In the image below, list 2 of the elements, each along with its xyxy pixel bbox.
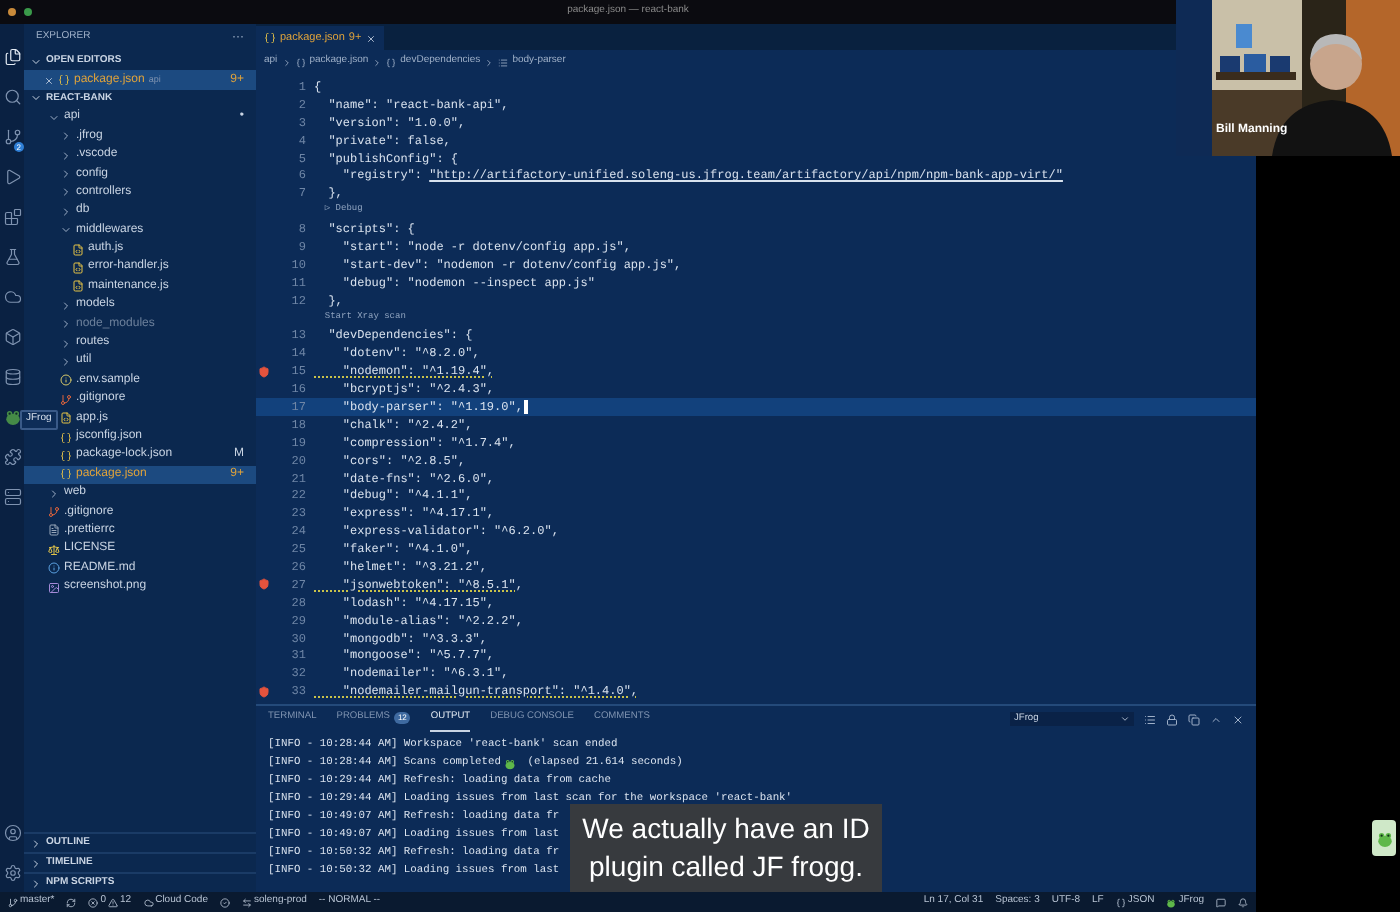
subtitle-line: We actually have an ID xyxy=(582,810,870,848)
subtitle-line: plugin called JF frogg. xyxy=(589,848,863,886)
